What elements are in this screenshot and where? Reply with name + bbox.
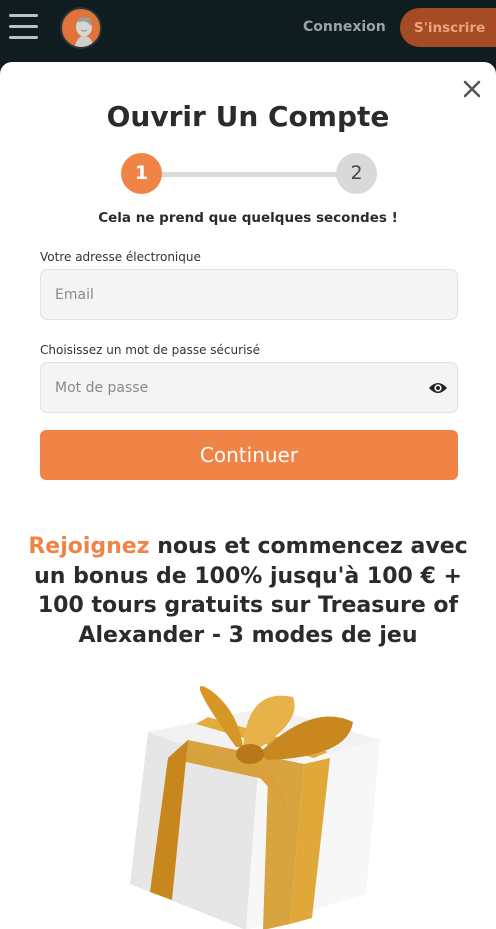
signup-button[interactable]: S'inscrire [400,8,496,47]
step-1: 1 [121,153,162,194]
eye-icon[interactable] [428,380,448,396]
promo-text: Rejoignez nous et commencez avec un bonu… [10,532,486,650]
continue-button[interactable]: Continuer [40,430,458,480]
statue-logo-icon [63,10,100,47]
email-input[interactable] [41,270,457,319]
password-label: Choisissez un mot de passe sécurisé [40,343,261,357]
progress-stepper: 1 2 [121,153,377,195]
step-2: 2 [336,153,377,194]
login-link[interactable]: Connexion [303,19,386,35]
password-input[interactable] [41,363,457,412]
top-bar: Connexion S'inscrire [0,0,496,58]
gift-image [118,662,383,929]
promo-accent-text: Rejoignez [28,534,150,559]
signup-modal: Ouvrir Un Compte 1 2 Cela ne prend que q… [0,62,496,929]
email-label: Votre adresse électronique [40,250,201,264]
close-icon[interactable] [460,77,484,101]
password-field-wrapper [40,362,458,413]
menu-icon[interactable] [9,14,39,40]
email-field-wrapper [40,269,458,320]
stepper-line [161,172,339,177]
modal-subtitle: Cela ne prend que quelques secondes ! [98,210,398,226]
site-logo[interactable] [60,7,102,49]
modal-title: Ouvrir Un Compte [106,100,390,133]
